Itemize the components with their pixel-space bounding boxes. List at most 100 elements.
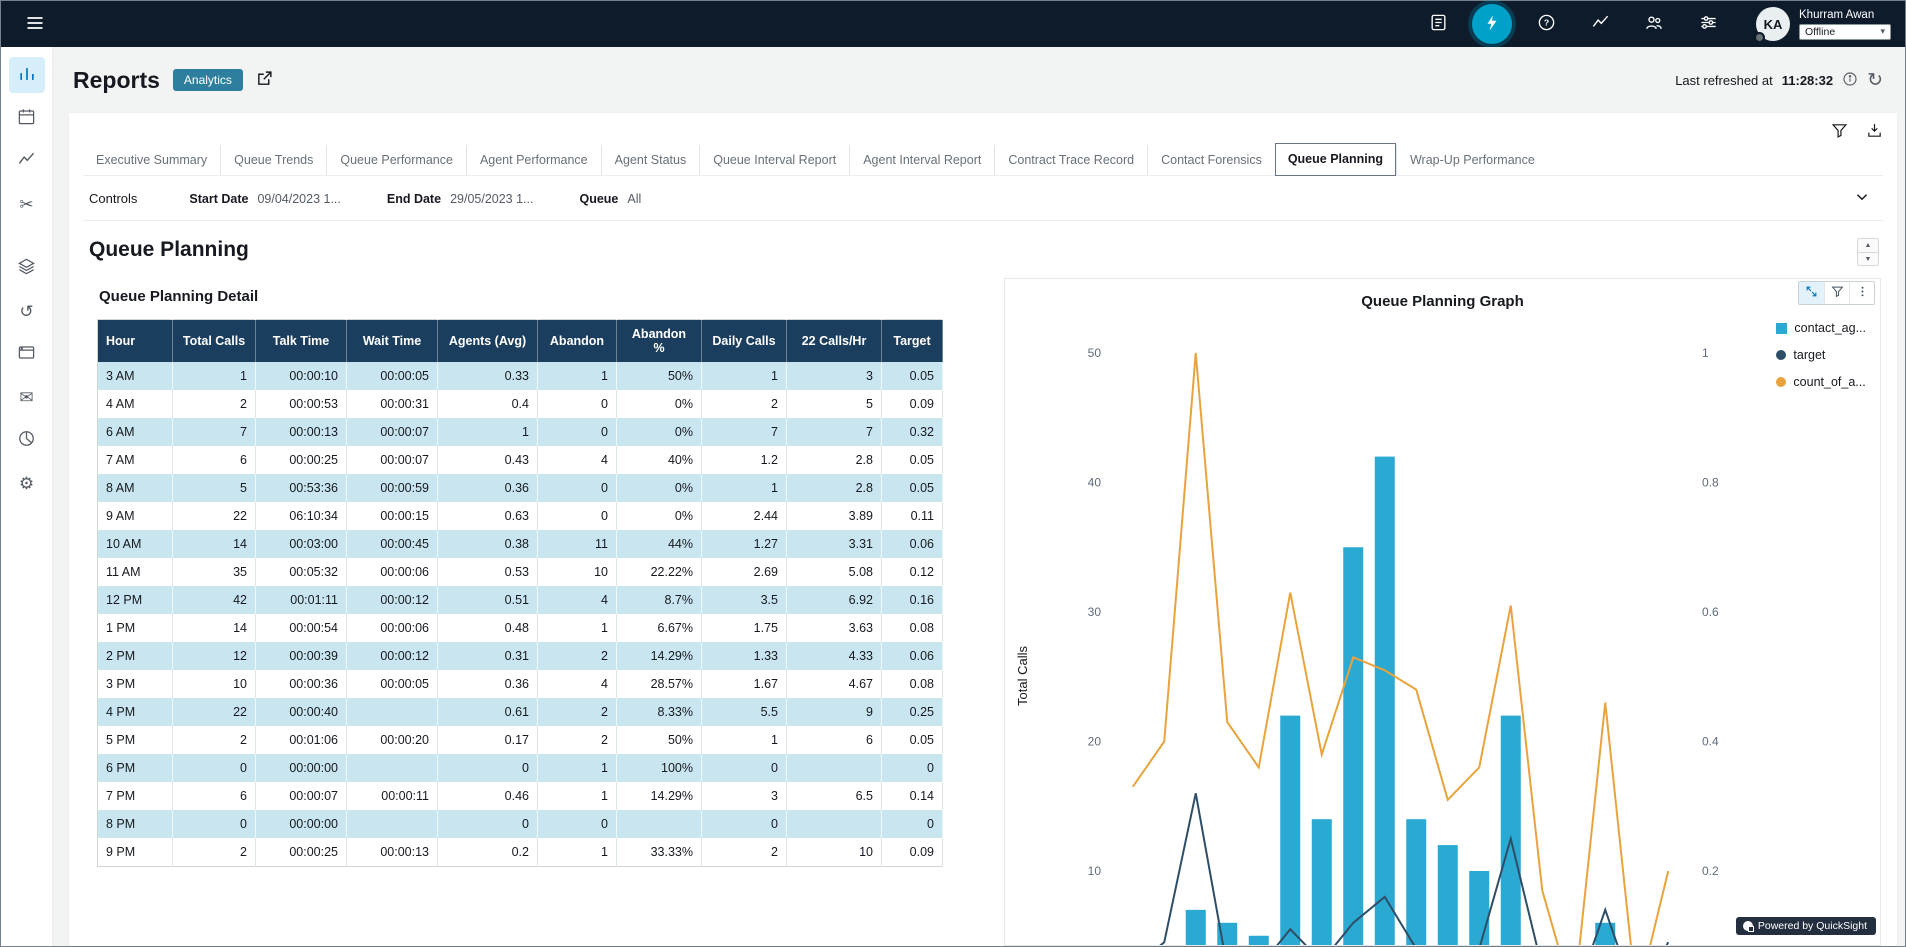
sidebar-item-window[interactable] (9, 336, 45, 372)
table-row[interactable]: 2 PM1200:00:3900:00:120.31214.29%1.334.3… (98, 642, 943, 670)
bar-series[interactable] (1123, 457, 1679, 945)
table-row[interactable]: 9 AM2206:10:3400:00:150.6300%2.443.890.1… (98, 502, 943, 530)
table-cell: 0.31 (438, 642, 538, 670)
table-cell: 4 (538, 586, 617, 614)
table-cell (347, 754, 438, 782)
table-row[interactable]: 4 AM200:00:5300:00:310.400%250.09 (98, 390, 943, 418)
table-cell: 0.16 (882, 586, 943, 614)
control-queue[interactable]: QueueAll (579, 192, 641, 206)
sidebar-item-routing[interactable]: ✂ (9, 186, 45, 222)
table-row[interactable]: 8 PM000:00:000000 (98, 810, 943, 838)
avatar[interactable]: KA (1756, 7, 1790, 41)
table-row[interactable]: 1 PM1400:00:5400:00:060.4816.67%1.753.63… (98, 614, 943, 642)
tab-contract-trace-record[interactable]: Contract Trace Record (994, 145, 1147, 175)
table-row[interactable]: 5 PM200:01:0600:00:200.17250%160.05 (98, 726, 943, 754)
refresh-button[interactable]: ↻ (1867, 71, 1883, 90)
table-cell: 00:00:15 (347, 502, 438, 530)
users-button[interactable] (1634, 4, 1674, 44)
help-button[interactable]: ? (1526, 4, 1566, 44)
settings-sliders-button[interactable] (1688, 4, 1728, 44)
menu-button[interactable] (15, 4, 55, 44)
tab-executive-summary[interactable]: Executive Summary (83, 145, 220, 175)
history-icon: ↺ (19, 303, 33, 320)
table-cell: 1 (538, 782, 617, 810)
tab-agent-interval-report[interactable]: Agent Interval Report (849, 145, 994, 175)
table-row[interactable]: 6 AM700:00:1300:00:07100%770.32 (98, 418, 943, 446)
legend-item-contact-ag-[interactable]: contact_ag... (1776, 321, 1866, 335)
table-cell: 00:00:07 (347, 418, 438, 446)
tab-agent-status[interactable]: Agent Status (601, 145, 700, 175)
column-header[interactable]: Agents (Avg) (438, 320, 538, 363)
control-start-date[interactable]: Start Date09/04/2023 1... (189, 192, 340, 206)
maximize-button[interactable] (1799, 282, 1824, 304)
table-cell: 0.05 (882, 446, 943, 474)
scroll-down-button[interactable]: ▼ (1858, 252, 1878, 265)
table-cell (617, 810, 702, 838)
legend-item-target[interactable]: target (1776, 348, 1866, 362)
scroll-up-button[interactable]: ▲ (1858, 239, 1878, 252)
tab-queue-planning[interactable]: Queue Planning (1275, 143, 1396, 176)
sidebar-item-layers[interactable] (9, 250, 45, 286)
column-header[interactable]: Hour (98, 320, 173, 363)
notepad-button[interactable] (1418, 4, 1458, 44)
collapse-controls-button[interactable] (1849, 188, 1875, 209)
y-right-tick: 1 (1702, 346, 1709, 360)
table-cell: 4 AM (98, 390, 173, 418)
legend-item-count-of-a-[interactable]: count_of_a... (1776, 375, 1866, 389)
column-header[interactable]: Daily Calls (702, 320, 787, 363)
table-row[interactable]: 8 AM500:53:3600:00:590.3600%12.80.05 (98, 474, 943, 502)
column-header[interactable]: Abandon (538, 320, 617, 363)
table-row[interactable]: 7 PM600:00:0700:00:110.46114.29%36.50.14 (98, 782, 943, 810)
info-icon[interactable] (1842, 71, 1858, 90)
sidebar-item-pie[interactable] (9, 422, 45, 458)
visual-menu-button[interactable] (1849, 282, 1874, 304)
control-end-date[interactable]: End Date29/05/2023 1... (387, 192, 534, 206)
table-cell: 2.8 (787, 474, 882, 502)
sheet-title-row: Queue Planning ▲ ▼ (83, 221, 1883, 270)
status-select[interactable]: Offline ▾ (1799, 24, 1891, 40)
export-button[interactable] (1866, 122, 1883, 142)
table-cell: 0.43 (438, 446, 538, 474)
table-row[interactable]: 3 AM100:00:1000:00:050.33150%130.05 (98, 362, 943, 390)
sidebar-item-settings[interactable]: ⚙ (9, 465, 45, 501)
sidebar-item-calendar[interactable] (9, 100, 45, 136)
sidebar-item-mail[interactable]: ✉ (9, 379, 45, 415)
table-row[interactable]: 11 AM3500:05:3200:00:060.531022.22%2.695… (98, 558, 943, 586)
column-header[interactable]: 22 Calls/Hr (787, 320, 882, 363)
chart-canvas[interactable]: 10203040500.20.40.60.81 (1005, 279, 1880, 945)
tab-wrap-up-performance[interactable]: Wrap-Up Performance (1396, 145, 1548, 175)
question-icon: ? (1537, 13, 1556, 35)
table-cell: 50% (617, 362, 702, 390)
metrics-button[interactable] (1580, 4, 1620, 44)
table-row[interactable]: 4 PM2200:00:400.6128.33%5.590.25 (98, 698, 943, 726)
bolt-button[interactable] (1472, 4, 1512, 44)
filter-button[interactable] (1831, 122, 1848, 142)
table-cell: 0 (538, 418, 617, 446)
tab-queue-trends[interactable]: Queue Trends (220, 145, 326, 175)
open-external-button[interactable] (256, 70, 273, 90)
column-header[interactable]: Abandon % (617, 320, 702, 363)
column-header[interactable]: Wait Time (347, 320, 438, 363)
table-row[interactable]: 7 AM600:00:2500:00:070.43440%1.22.80.05 (98, 446, 943, 474)
table-row[interactable]: 6 PM000:00:0001100%00 (98, 754, 943, 782)
sidebar-item-history[interactable]: ↺ (9, 293, 45, 329)
sidebar-item-trends[interactable] (9, 143, 45, 179)
table-row[interactable]: 3 PM1000:00:3600:00:050.36428.57%1.674.6… (98, 670, 943, 698)
sidebar-item-reports[interactable] (9, 57, 45, 93)
column-header[interactable]: Target (882, 320, 943, 363)
tab-queue-performance[interactable]: Queue Performance (326, 145, 466, 175)
table-cell: 0.51 (438, 586, 538, 614)
column-header[interactable]: Total Calls (173, 320, 256, 363)
y-right-tick: 0.4 (1702, 735, 1719, 749)
table-row[interactable]: 10 AM1400:03:0000:00:450.381144%1.273.31… (98, 530, 943, 558)
visual-filter-button[interactable] (1824, 282, 1849, 304)
table-row[interactable]: 9 PM200:00:2500:00:130.2133.33%2100.09 (98, 838, 943, 866)
tab-contact-forensics[interactable]: Contact Forensics (1147, 145, 1275, 175)
y-left-tick: 50 (1088, 346, 1102, 360)
line-series-count-of-a-[interactable] (1133, 353, 1669, 945)
column-header[interactable]: Talk Time (256, 320, 347, 363)
tab-queue-interval-report[interactable]: Queue Interval Report (699, 145, 849, 175)
table-row[interactable]: 12 PM4200:01:1100:00:120.5148.7%3.56.920… (98, 586, 943, 614)
line-chart-icon (1591, 13, 1610, 35)
tab-agent-performance[interactable]: Agent Performance (466, 145, 601, 175)
